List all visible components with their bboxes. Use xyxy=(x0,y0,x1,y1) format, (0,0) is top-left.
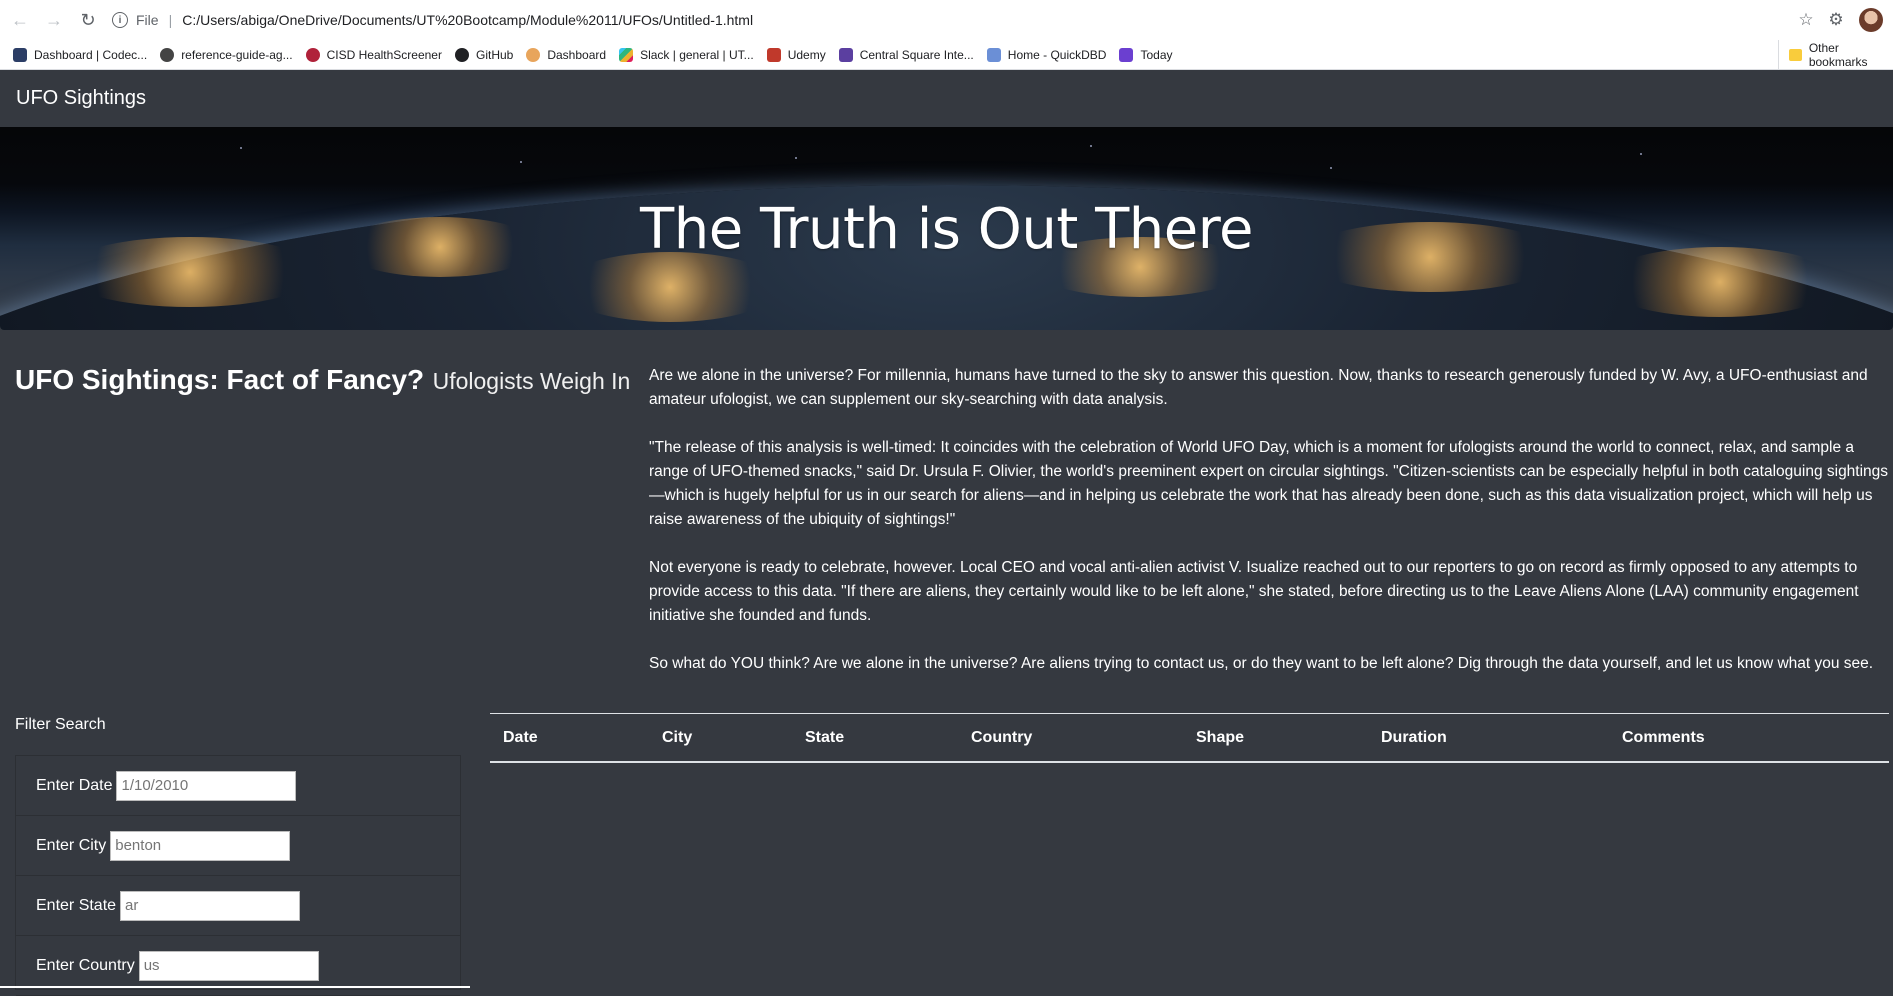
city-input[interactable] xyxy=(110,830,291,861)
article: Are we alone in the universe? For millen… xyxy=(649,364,1889,700)
udemy-icon xyxy=(766,47,781,62)
bookmark-label: Central Square Inte... xyxy=(859,47,974,62)
info-icon[interactable]: i xyxy=(112,12,128,28)
article-paragraph: Are we alone in the universe? For millen… xyxy=(649,367,1868,408)
jumbotron-title: The Truth is Out There xyxy=(640,197,1253,262)
article-paragraph: So what do YOU think? Are we alone in th… xyxy=(649,655,1874,672)
column-header-city[interactable]: City xyxy=(649,729,792,747)
address-bar[interactable]: i File | C:/Users/abiga/OneDrive/Documen… xyxy=(112,6,1762,34)
folder-icon xyxy=(1789,49,1802,61)
article-paragraph: "The release of this analysis is well-ti… xyxy=(649,439,1889,528)
filter-panel: Enter Date Enter City Enter State Enter … xyxy=(15,755,461,996)
bookmark-label: Slack | general | UT... xyxy=(640,47,754,62)
column-header-duration[interactable]: Duration xyxy=(1368,729,1609,747)
address-separator: | xyxy=(168,12,173,28)
filter-row-city: Enter City xyxy=(16,816,460,876)
date-input[interactable] xyxy=(116,770,297,801)
country-input[interactable] xyxy=(138,950,319,981)
bookmark-item[interactable]: Dashboard | Codec... xyxy=(13,47,148,62)
healthscreener-icon xyxy=(305,47,320,62)
jumbotron: The Truth is Out There xyxy=(0,127,1893,330)
bookmark-label: Udemy xyxy=(787,47,826,62)
ufo-table: Date City State Country Shape Duration C… xyxy=(490,713,1889,763)
quickdbd-icon xyxy=(986,47,1001,62)
navbar-brand[interactable]: UFO Sightings xyxy=(16,87,146,110)
filter-label: Enter City xyxy=(36,836,107,854)
address-url[interactable]: C:/Users/abiga/OneDrive/Documents/UT%20B… xyxy=(182,12,753,28)
state-input[interactable] xyxy=(120,890,301,921)
forward-icon[interactable]: → xyxy=(40,6,68,34)
dashboard-icon xyxy=(526,47,541,62)
column-header-country[interactable]: Country xyxy=(958,729,1183,747)
intro-heading-sub: Ufologists Weigh In xyxy=(432,368,631,394)
filter-label: Enter Country xyxy=(36,956,135,974)
article-paragraph: Not everyone is ready to celebrate, howe… xyxy=(649,559,1859,624)
star-icon[interactable]: ☆ xyxy=(1791,6,1821,34)
bookmarks-bar: Dashboard | Codec... reference-guide-ag.… xyxy=(0,40,1893,70)
intro-heading: UFO Sightings: Fact of Fancy? Ufologists… xyxy=(15,364,630,396)
extensions-icon[interactable]: ⚙ xyxy=(1821,6,1851,34)
bookmark-item[interactable]: Home - QuickDBD xyxy=(986,47,1107,62)
back-icon[interactable]: ← xyxy=(6,6,34,34)
table-header: Date City State Country Shape Duration C… xyxy=(490,713,1889,763)
intro-heading-main: UFO Sightings: Fact of Fancy? xyxy=(15,364,425,395)
address-scheme: File xyxy=(136,12,159,28)
bookmark-item[interactable]: Dashboard xyxy=(526,47,607,62)
browser-toolbar: ← → ↻ i File | C:/Users/abiga/OneDrive/D… xyxy=(0,0,1893,40)
bookmark-label: Dashboard xyxy=(547,47,607,62)
bookmark-item[interactable]: Udemy xyxy=(766,47,826,62)
filter-title: Filter Search xyxy=(15,716,106,733)
column-header-date[interactable]: Date xyxy=(490,729,649,747)
github-icon xyxy=(454,47,469,62)
bookmark-item[interactable]: CISD HealthScreener xyxy=(305,47,442,62)
toolbar-right: ☆ ⚙ xyxy=(1791,6,1893,34)
bookmark-label: Today xyxy=(1140,47,1173,62)
globe-icon xyxy=(160,47,175,62)
filter-label: Enter State xyxy=(36,896,117,914)
column-header-shape[interactable]: Shape xyxy=(1183,729,1368,747)
reload-icon[interactable]: ↻ xyxy=(74,6,102,34)
navbar: UFO Sightings xyxy=(0,70,1893,127)
bookmark-label: CISD HealthScreener xyxy=(326,47,442,62)
bookmark-label: GitHub xyxy=(475,47,514,62)
column-header-state[interactable]: State xyxy=(792,729,958,747)
other-bookmarks[interactable]: Other bookmarks xyxy=(1778,40,1893,70)
filter-row-state: Enter State xyxy=(16,876,460,936)
codecademy-icon xyxy=(13,47,27,62)
bookmark-item[interactable]: Central Square Inte... xyxy=(838,47,974,62)
bookmark-item[interactable]: GitHub xyxy=(454,47,514,62)
bookmark-item[interactable]: Today xyxy=(1119,47,1173,62)
slack-icon xyxy=(619,47,634,62)
bookmark-label: reference-guide-ag... xyxy=(181,47,293,62)
bookmark-item[interactable]: Slack | general | UT... xyxy=(619,47,754,62)
central-square-icon xyxy=(838,47,853,62)
other-bookmarks-label: Other bookmarks xyxy=(1808,41,1868,69)
filter-row-date: Enter Date xyxy=(16,756,460,816)
bookmark-label: Home - QuickDBD xyxy=(1007,47,1107,62)
bookmark-item[interactable]: reference-guide-ag... xyxy=(160,47,293,62)
filter-label: Enter Date xyxy=(36,776,113,794)
bookmark-label: Dashboard | Codec... xyxy=(34,47,148,62)
column-header-comments[interactable]: Comments xyxy=(1609,729,1879,747)
today-icon xyxy=(1119,47,1134,62)
avatar[interactable] xyxy=(1859,8,1883,32)
